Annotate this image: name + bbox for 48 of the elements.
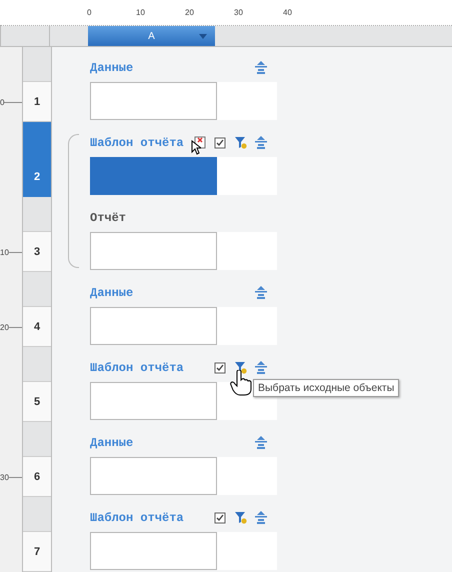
row-header[interactable]: 1 [23,82,51,122]
row-header[interactable]: 6 [23,457,51,497]
section-label: Шаблон отчёта [90,361,184,375]
row-header[interactable]: 2 [23,157,51,197]
row-separator [23,497,51,532]
section-label: Данные [90,61,134,75]
ruler-mark: 40 [282,8,293,19]
pointer-icon [191,140,201,155]
input-cell[interactable] [90,157,217,195]
row-header[interactable]: 7 [23,532,51,572]
filter-icon[interactable] [234,361,247,374]
checkbox-icon[interactable] [214,512,226,524]
row-header[interactable]: 4 [23,307,51,347]
row-header[interactable]: 3 [23,232,51,272]
input-cell[interactable] [90,382,217,420]
section-label: Отчёт [90,211,126,225]
ruler-mark: 20 [0,322,9,332]
ruler-mark: 30 [233,8,244,19]
input-cell[interactable] [90,307,217,345]
collapse-icon[interactable] [255,286,267,299]
section-label: Данные [90,286,134,300]
tooltip: Выбрать исходные объекты [253,379,400,397]
input-cell[interactable] [90,82,217,120]
group-bracket[interactable] [68,134,79,268]
checkbox-icon[interactable] [214,136,226,148]
row-header[interactable]: 5 [23,382,51,422]
ruler-mark: 0 [86,8,92,19]
section-label: Шаблон отчёта [90,136,184,150]
ruler-mark: 10 [135,8,146,19]
ruler-mark: 20 [184,8,195,19]
caret-icon [199,34,207,39]
checkbox-icon[interactable] [214,362,226,374]
ruler-mark: 10 [0,248,9,256]
hand-cursor-icon [230,370,252,396]
input-cell[interactable] [90,532,217,570]
collapse-icon[interactable] [255,511,267,524]
section-label: Шаблон отчёта [90,511,184,525]
column-header[interactable]: A [88,26,215,46]
input-cell[interactable] [90,232,217,270]
collapse-icon[interactable] [255,61,267,74]
collapse-icon[interactable] [255,436,267,449]
ruler-mark: 0 [0,98,4,106]
collapse-icon[interactable] [255,136,267,149]
section-label: Данные [90,436,134,450]
collapse-icon[interactable] [255,361,267,374]
input-cell[interactable] [90,457,217,495]
ruler-mark: 30 [0,472,9,482]
row-separator [23,347,51,382]
